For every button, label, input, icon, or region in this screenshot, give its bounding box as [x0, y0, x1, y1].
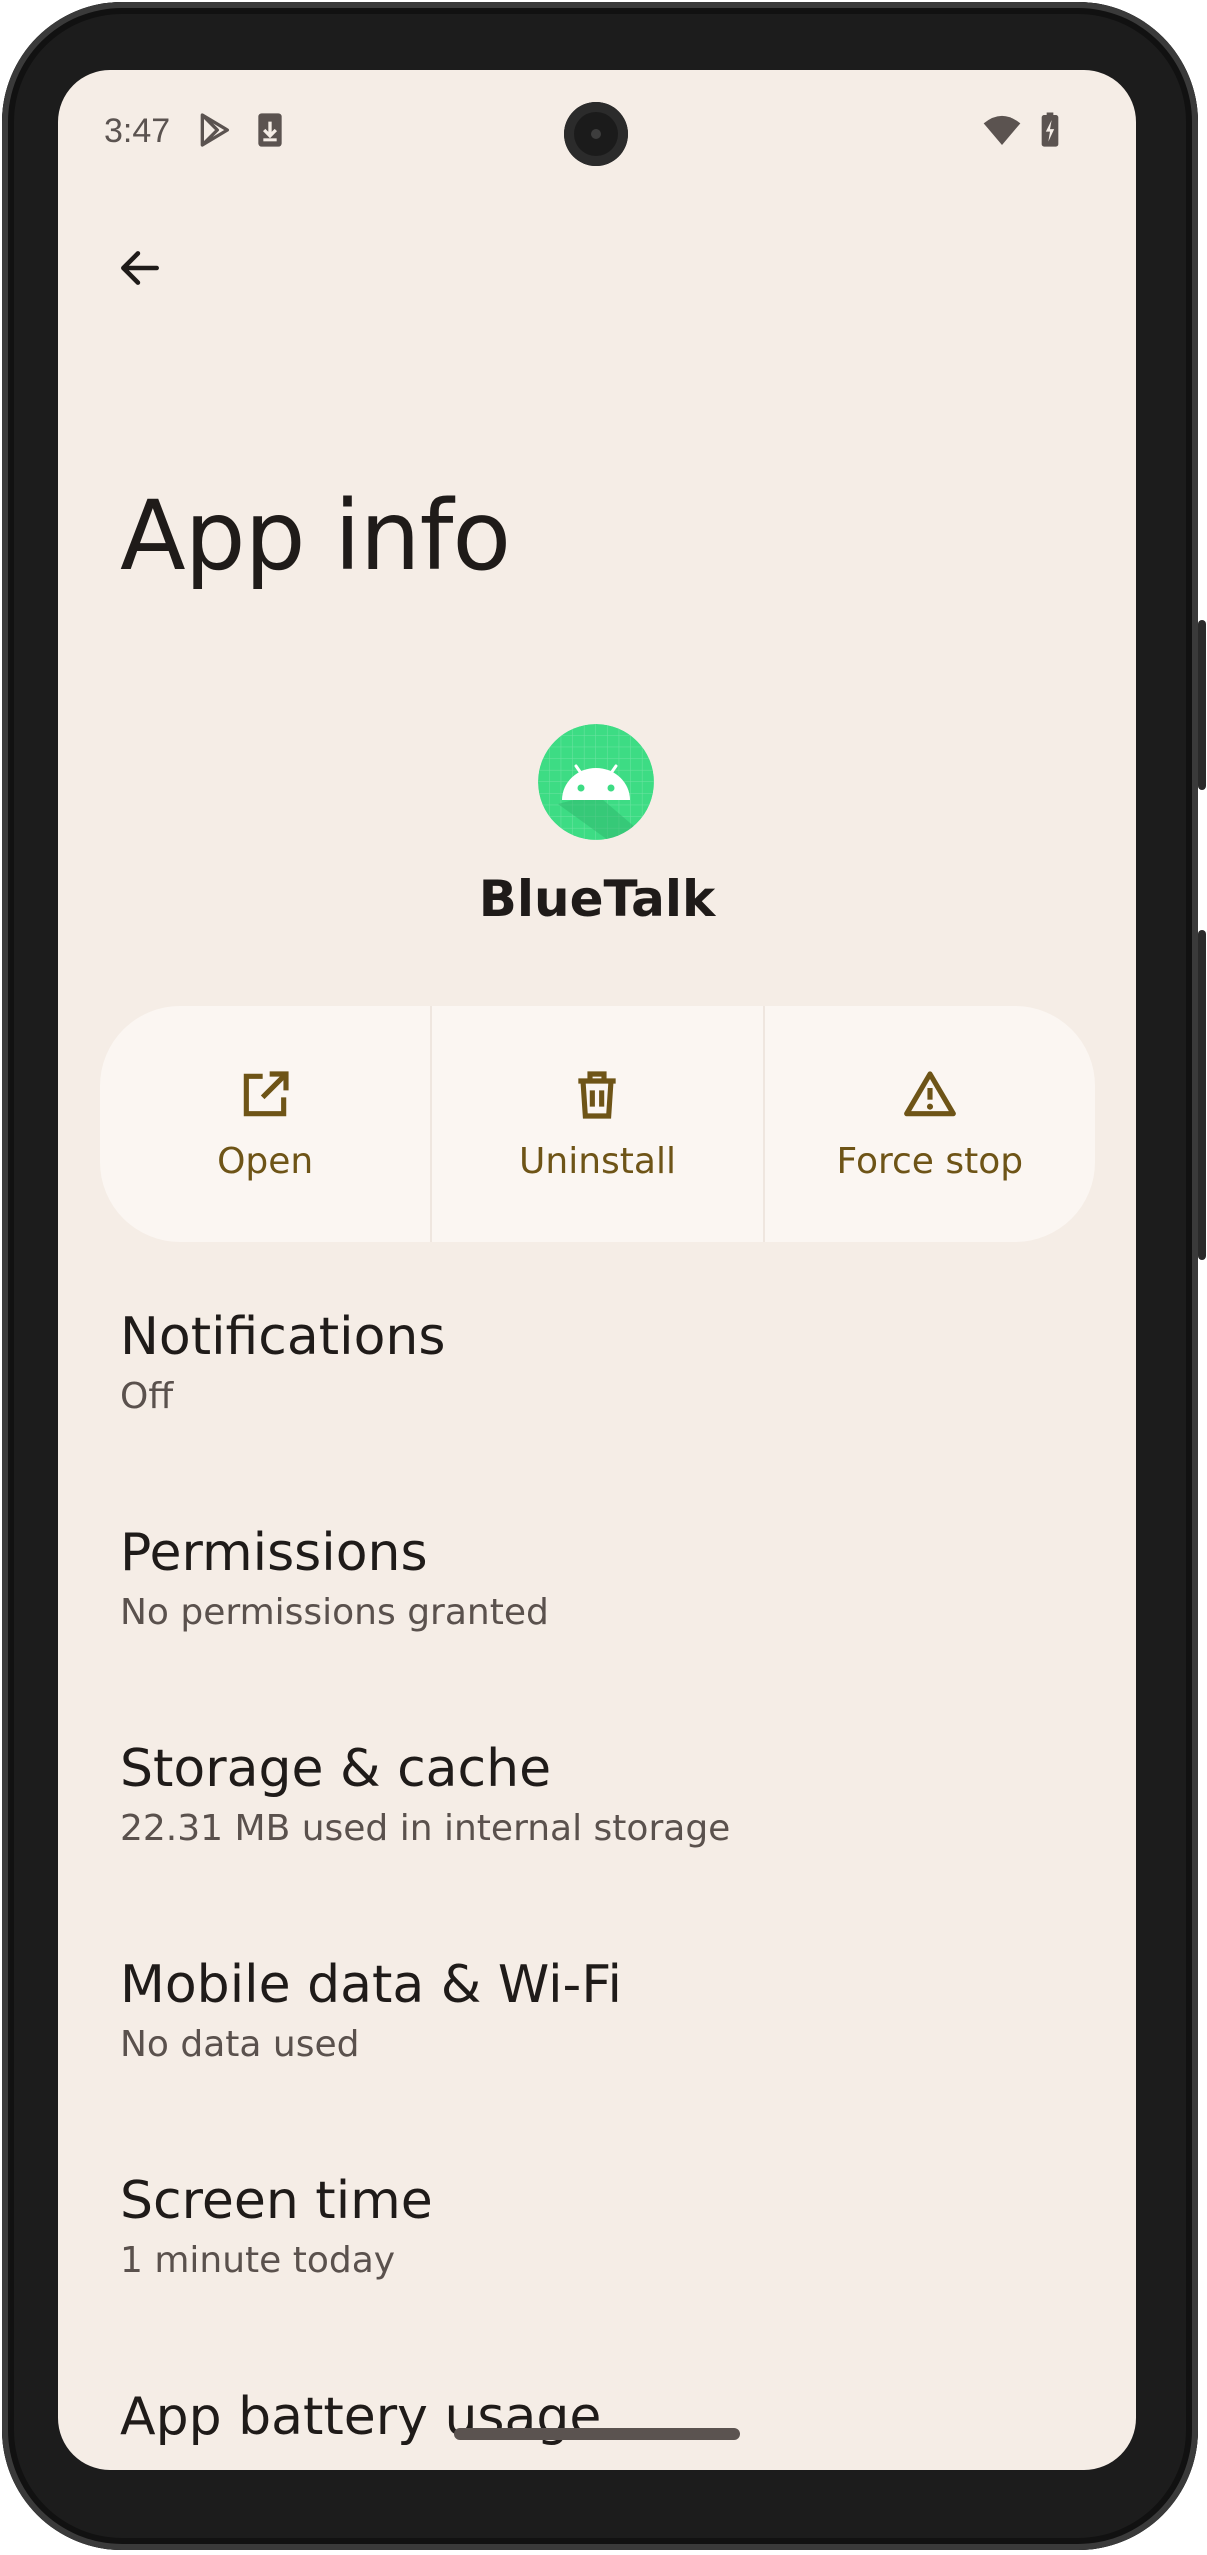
phone-device: 3:47 App info BlueTalk Open Uninstall Fo… — [0, 0, 1207, 2555]
status-time: 3:47 — [104, 112, 171, 150]
open-button[interactable]: Open — [100, 1006, 430, 1242]
warning-icon — [903, 1070, 956, 1116]
settings-item-battery[interactable]: App battery usage — [120, 2384, 1080, 2450]
battery-charging-icon — [1030, 110, 1070, 150]
app-actions-bar: Open Uninstall Force stop — [100, 1006, 1095, 1242]
item-subtitle: 22.31 MB used in internal storage — [120, 1808, 731, 1849]
item-title: Mobile data & Wi‑Fi — [120, 1955, 622, 2015]
item-title: Notifications — [120, 1307, 446, 1367]
item-title: Permissions — [120, 1523, 428, 1583]
item-title: Screen time — [120, 2171, 433, 2231]
power-button — [1198, 620, 1206, 790]
wifi-icon — [982, 110, 1022, 150]
item-subtitle: No permissions granted — [120, 1592, 549, 1633]
item-subtitle: Off — [120, 1376, 174, 1417]
item-title: Storage & cache — [120, 1739, 552, 1799]
open-external-icon — [243, 1070, 289, 1116]
settings-item-screen-time[interactable]: Screen time 1 minute today — [120, 2168, 1080, 2281]
back-button[interactable] — [100, 228, 180, 308]
screen: 3:47 App info BlueTalk Open Uninstall Fo… — [58, 70, 1136, 2470]
settings-item-permissions[interactable]: Permissions No permissions granted — [120, 1520, 1080, 1633]
settings-item-notifications[interactable]: Notifications Off — [120, 1304, 1080, 1417]
download-icon — [250, 110, 290, 150]
status-bar: 3:47 — [58, 70, 1136, 190]
gesture-home-bar[interactable] — [454, 2428, 740, 2440]
android-app-icon — [538, 724, 654, 840]
uninstall-button[interactable]: Uninstall — [430, 1006, 762, 1242]
uninstall-label: Uninstall — [519, 1140, 676, 1182]
settings-item-mobile-data[interactable]: Mobile data & Wi‑Fi No data used — [120, 1952, 1080, 2065]
app-name: BlueTalk — [478, 870, 716, 928]
arrow-back-icon — [121, 251, 159, 285]
settings-item-storage[interactable]: Storage & cache 22.31 MB used in interna… — [120, 1736, 1080, 1849]
item-subtitle: No data used — [120, 2024, 360, 2065]
item-subtitle: 1 minute today — [120, 2240, 396, 2281]
open-label: Open — [217, 1140, 314, 1182]
volume-button — [1198, 930, 1206, 1260]
item-title: App battery usage — [120, 2387, 602, 2447]
play-store-icon — [194, 110, 234, 150]
page-title: App info — [120, 480, 511, 592]
front-camera — [564, 102, 628, 166]
force-stop-label: Force stop — [836, 1140, 1024, 1182]
trash-icon — [578, 1070, 617, 1119]
force-stop-button[interactable]: Force stop — [762, 1006, 1095, 1242]
